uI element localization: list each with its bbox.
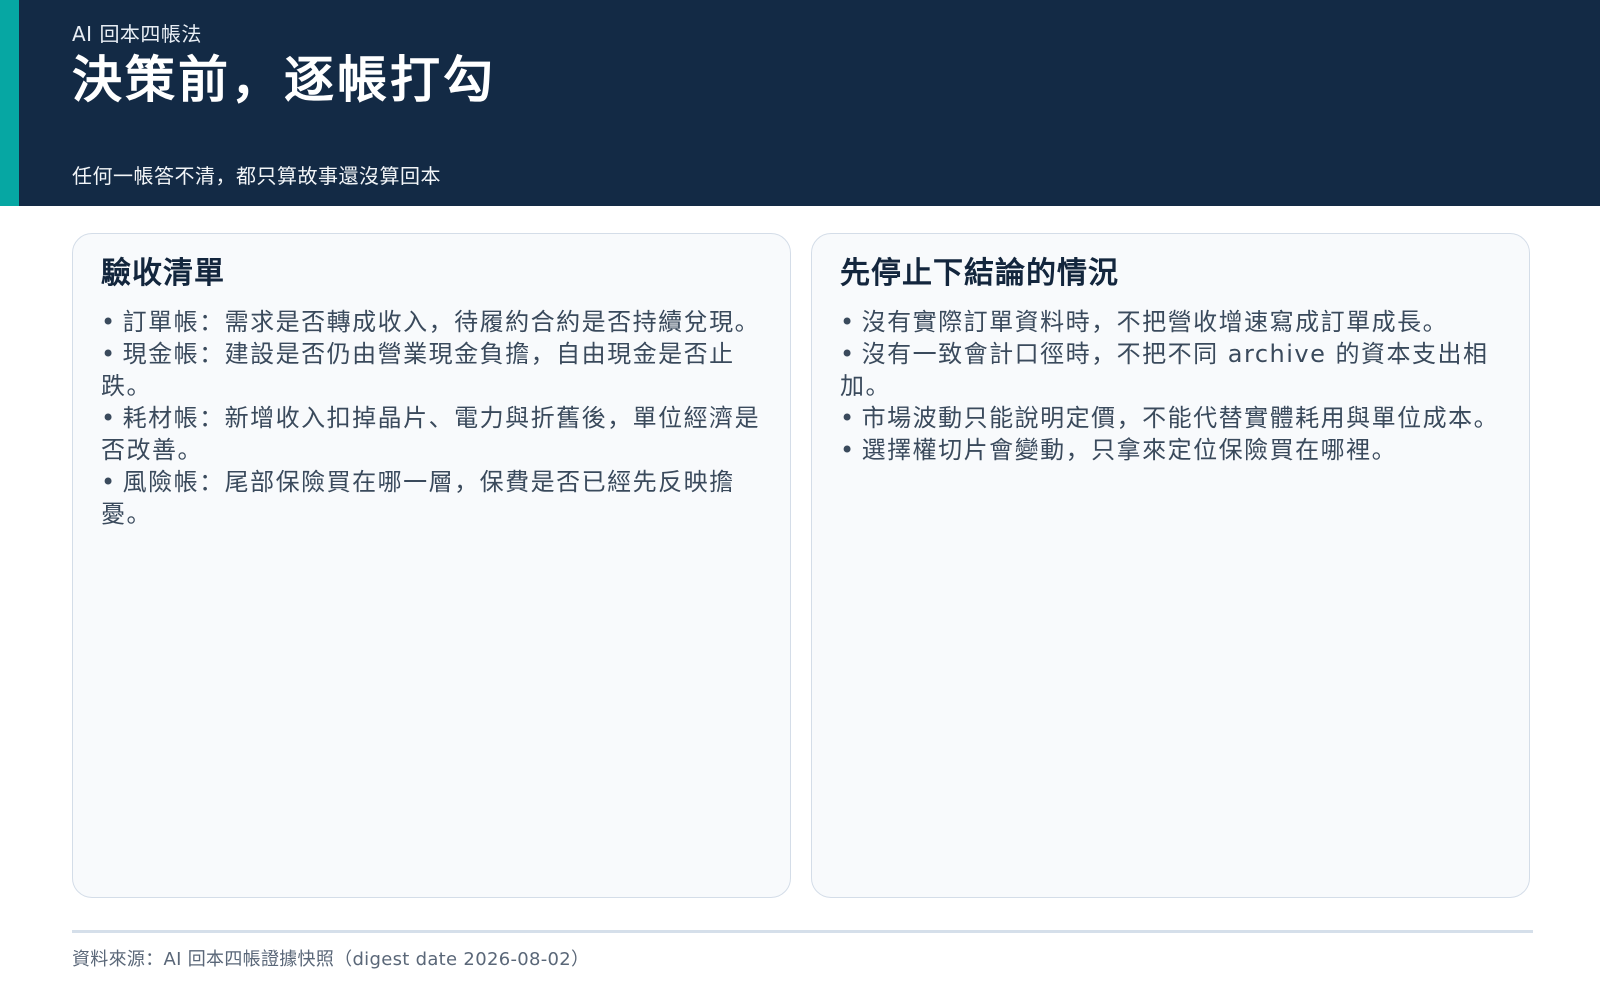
footer-divider — [72, 930, 1533, 933]
list-item: 沒有一致會計口徑時，不把不同 archive 的資本支出相加。 — [840, 338, 1503, 402]
bullet-list: 訂單帳：需求是否轉成收入，待履約合約是否持續兌現。 現金帳：建設是否仍由營業現金… — [101, 306, 764, 530]
list-item: 選擇權切片會變動，只拿來定位保險買在哪裡。 — [840, 434, 1503, 466]
list-item: 訂單帳：需求是否轉成收入，待履約合約是否持續兌現。 — [101, 306, 764, 338]
list-item: 風險帳：尾部保險買在哪一層，保費是否已經先反映擔憂。 — [101, 466, 764, 530]
stop-conditions-card: 先停止下結論的情況 沒有實際訂單資料時，不把營收增速寫成訂單成長。 沒有一致會計… — [811, 233, 1530, 898]
accent-bar — [0, 0, 19, 206]
list-item: 沒有實際訂單資料時，不把營收增速寫成訂單成長。 — [840, 306, 1503, 338]
list-item: 現金帳：建設是否仍由營業現金負擔，自由現金是否止跌。 — [101, 338, 764, 402]
checklist-card: 驗收清單 訂單帳：需求是否轉成收入，待履約合約是否持續兌現。 現金帳：建設是否仍… — [72, 233, 791, 898]
list-item: 市場波動只能說明定價，不能代替實體耗用與單位成本。 — [840, 402, 1503, 434]
header-banner: AI 回本四帳法 決策前，逐帳打勾 任何一帳答不清，都只算故事還沒算回本 — [0, 0, 1600, 206]
list-item: 耗材帳：新增收入扣掉晶片、電力與折舊後，單位經濟是否改善。 — [101, 402, 764, 466]
card-heading: 先停止下結論的情況 — [840, 256, 1119, 291]
bullet-list: 沒有實際訂單資料時，不把營收增速寫成訂單成長。 沒有一致會計口徑時，不把不同 a… — [840, 306, 1503, 466]
page-title: 決策前，逐帳打勾 — [72, 51, 496, 109]
source-note: 資料來源：AI 回本四帳證據快照（digest date 2026-08-02） — [72, 949, 590, 970]
eyebrow-label: AI 回本四帳法 — [72, 22, 202, 46]
page-subtitle: 任何一帳答不清，都只算故事還沒算回本 — [72, 164, 441, 188]
card-heading: 驗收清單 — [101, 256, 225, 291]
